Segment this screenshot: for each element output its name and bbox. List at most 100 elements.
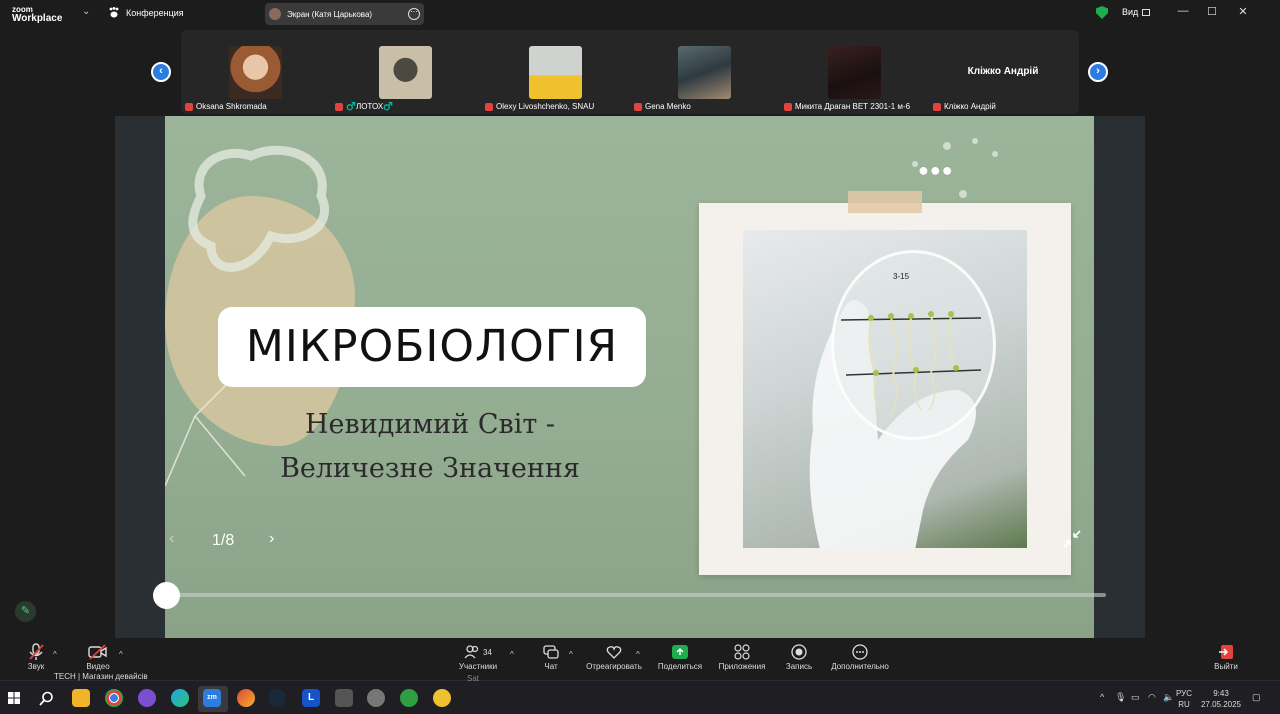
conference-menu[interactable]: Конференция	[108, 7, 184, 18]
participant-tile[interactable]: Olexy Livoshchenko, SNAU	[481, 30, 629, 114]
system-clock[interactable]: 9:43 27.05.2025	[1200, 688, 1242, 710]
audio-options-caret[interactable]: ^	[53, 650, 57, 659]
react-label: Отреагировать	[586, 662, 642, 671]
video-options-caret[interactable]: ^	[119, 650, 123, 659]
participant-name: ♂️ЛОТОХ♂️	[346, 102, 394, 111]
prev-slide-icon[interactable]: ‹	[169, 530, 174, 548]
slide-pager: ‹ 1/8 ›	[165, 528, 305, 552]
record-icon	[783, 642, 815, 662]
subtitle-line-1: Невидимий Світ -	[304, 409, 556, 440]
leave-icon	[1212, 642, 1240, 662]
participant-tile[interactable]: Gena Menko	[630, 30, 778, 114]
search-icon[interactable]	[39, 691, 54, 706]
react-options-caret[interactable]: ^	[636, 650, 640, 659]
react-button[interactable]: Отреагировать	[584, 642, 644, 671]
app-icon[interactable]	[237, 689, 255, 707]
battery-icon[interactable]: ▭	[1131, 692, 1140, 703]
participant-tile[interactable]: Микита Драган ВЕТ 2301-1 м-6	[780, 30, 928, 114]
more-options-icon[interactable]: ⋯	[408, 8, 420, 20]
title-bar: zoom Workplace ⌄ Конференция Экран (Катя…	[0, 0, 1280, 26]
apps-button[interactable]: Приложения	[716, 642, 768, 671]
participants-options-caret[interactable]: ^	[510, 650, 514, 659]
edge-icon[interactable]	[171, 689, 189, 707]
slide-more-icon[interactable]: ●●●	[918, 160, 954, 181]
close-icon[interactable]: ✕	[1236, 5, 1250, 18]
record-button[interactable]: Запись	[783, 642, 815, 671]
participants-icon: 34	[454, 642, 502, 662]
chevron-down-icon[interactable]: ⌄	[82, 6, 90, 17]
participant-name-row: Olexy Livoshchenko, SNAU	[485, 102, 594, 111]
app-icon[interactable]	[433, 689, 451, 707]
mic-off-icon	[335, 102, 343, 111]
heart-icon	[584, 642, 644, 662]
share-button[interactable]: Поделиться	[656, 642, 704, 671]
grid-icon	[1142, 8, 1151, 16]
view-label: Вид	[1122, 7, 1139, 17]
logo-bottom-text: Workplace	[12, 13, 63, 24]
more-button[interactable]: Дополнительно	[828, 642, 892, 671]
volume-icon[interactable]: 🔈	[1163, 692, 1174, 703]
encryption-shield-icon[interactable]	[1096, 6, 1108, 19]
mic-off-icon	[784, 102, 792, 111]
participant-name-row: Микита Драган ВЕТ 2301-1 м-6	[784, 102, 910, 111]
slide-progress-track[interactable]	[166, 593, 1106, 597]
launcher-icon[interactable]: L	[302, 689, 320, 707]
chat-button[interactable]: Чат	[538, 642, 564, 671]
leave-button[interactable]: Выйти	[1212, 642, 1240, 671]
minimize-icon[interactable]: —	[1176, 5, 1190, 17]
viber-icon[interactable]	[138, 689, 156, 707]
participant-name-row: Кліжко Андрій	[933, 102, 996, 111]
participant-video	[529, 46, 582, 99]
participant-video	[379, 46, 432, 99]
leave-label: Выйти	[1214, 662, 1238, 671]
audio-button[interactable]: Звук	[22, 642, 50, 671]
collapse-icon[interactable]	[1060, 527, 1084, 551]
windows-start-icon[interactable]	[8, 692, 20, 704]
annotate-pencil-icon[interactable]: ✎	[15, 601, 36, 622]
participant-display-name: Кліжко Андрій	[967, 66, 1039, 77]
view-button[interactable]: Вид	[1122, 7, 1151, 17]
strip-prev-button[interactable]: ‹	[151, 62, 171, 82]
slide-progress-knob[interactable]	[153, 582, 180, 609]
participant-tile[interactable]: Oksana Shkromada	[181, 30, 329, 114]
chat-label: Чат	[544, 662, 558, 671]
page-indicator: 1/8	[212, 532, 235, 549]
notifications-icon[interactable]: ▢	[1252, 692, 1261, 703]
file-explorer-icon[interactable]	[72, 689, 90, 707]
share-screen-icon	[656, 642, 704, 662]
app-icon[interactable]	[335, 689, 353, 707]
notification-sub: Sat	[467, 674, 480, 683]
participant-name: Gena Menko	[645, 102, 691, 111]
participant-name: Olexy Livoshchenko, SNAU	[496, 102, 595, 111]
participants-count: 34	[483, 647, 492, 657]
strip-next-button[interactable]: ›	[1088, 62, 1108, 82]
participants-button[interactable]: 34 Участники	[454, 642, 502, 671]
app-icon[interactable]	[400, 689, 418, 707]
participant-video	[229, 46, 282, 99]
share-label: Поделиться	[657, 662, 703, 671]
zoom-icon[interactable]: zm	[203, 689, 221, 707]
participant-name-row: Gena Menko	[634, 102, 691, 111]
clock-date: 27.05.2025	[1200, 700, 1242, 709]
chrome-icon[interactable]	[105, 689, 123, 707]
participant-tile[interactable]: ♂️ЛОТОХ♂️	[331, 30, 479, 114]
tray-mic-icon[interactable]: 🎙	[1115, 692, 1126, 703]
chat-options-caret[interactable]: ^	[569, 650, 573, 659]
participant-tile[interactable]: Кліжко Андрій Кліжко Андрій	[929, 30, 1077, 114]
video-button[interactable]: Видео	[82, 642, 114, 671]
screen-share-pill[interactable]: Экран (Катя Царькова) ⋯	[265, 3, 424, 25]
wifi-icon[interactable]: ◠	[1148, 692, 1156, 703]
apps-label: Приложения	[718, 662, 766, 671]
participant-video	[828, 46, 881, 99]
participant-name-row: ♂️ЛОТОХ♂️	[335, 102, 393, 111]
language-indicator[interactable]: РУС RU	[1176, 688, 1192, 710]
steam-icon[interactable]	[268, 689, 286, 707]
maximize-icon[interactable]: ☐	[1205, 5, 1219, 18]
participant-video	[678, 46, 731, 99]
dish-label: 3-15	[893, 272, 910, 281]
app-icon[interactable]	[367, 689, 385, 707]
tray-expand-icon[interactable]: ^	[1100, 692, 1104, 702]
next-slide-icon[interactable]: ›	[269, 530, 274, 548]
lang-bottom: RU	[1178, 700, 1190, 709]
windows-taskbar	[0, 680, 1280, 714]
